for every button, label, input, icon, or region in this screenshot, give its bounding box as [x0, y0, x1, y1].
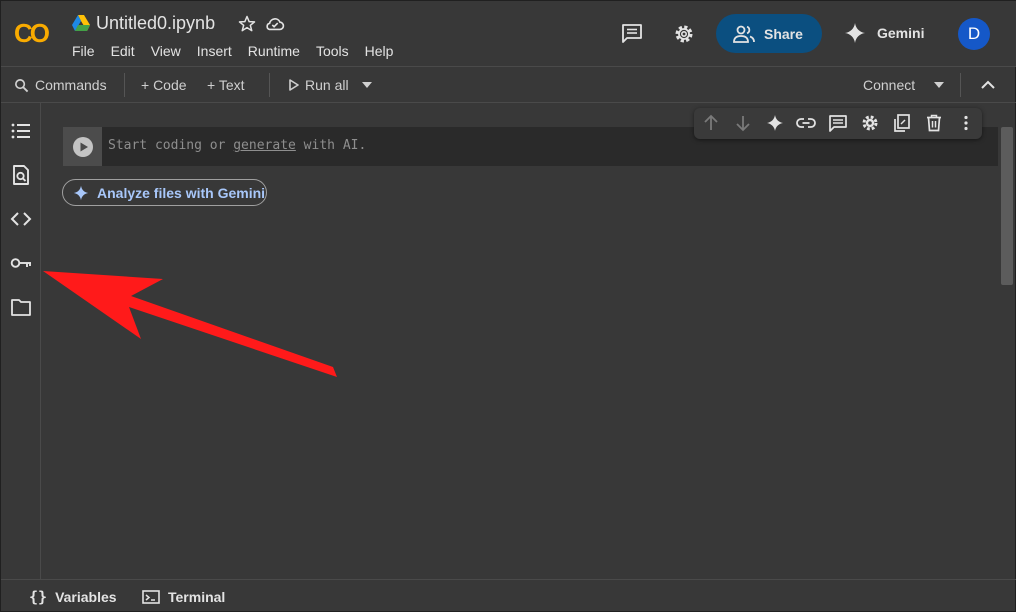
analyze-files-label: Analyze files with Gemini	[97, 184, 266, 201]
gemini-sparkle-icon	[845, 23, 865, 43]
terminal-icon	[142, 590, 160, 604]
run-all-button[interactable]: Run all	[289, 67, 349, 103]
bottom-status-bar: {} Variables Terminal	[1, 579, 1016, 612]
terminal-button[interactable]: Terminal	[142, 580, 225, 612]
star-icon[interactable]	[237, 14, 257, 34]
notebook-toolbar: Commands + Code + Text Run all Connect	[1, 67, 1016, 103]
gemini-sparkle-icon[interactable]	[765, 113, 785, 133]
notebook-title[interactable]: Untitled0.ipynb	[96, 13, 215, 34]
people-icon	[733, 25, 755, 43]
toolbar-divider	[269, 73, 270, 97]
delete-icon[interactable]	[924, 113, 944, 133]
share-label: Share	[764, 25, 803, 42]
connect-label: Connect	[863, 77, 916, 93]
comments-icon[interactable]	[620, 21, 644, 45]
table-of-contents-icon[interactable]	[10, 120, 32, 142]
settings-gear-icon[interactable]	[672, 22, 696, 46]
analyze-files-button[interactable]: Analyze files with Gemini	[62, 179, 267, 206]
left-sidebar	[1, 103, 41, 579]
connect-button[interactable]: Connect	[863, 67, 915, 103]
settings-icon[interactable]	[860, 113, 880, 133]
menu-tools[interactable]: Tools	[308, 43, 357, 59]
run-all-dropdown-icon[interactable]	[361, 81, 373, 89]
scrollbar-thumb[interactable]	[1001, 127, 1013, 285]
secrets-key-icon[interactable]	[10, 252, 32, 274]
move-up-icon[interactable]	[701, 113, 721, 133]
app-window: CO Untitled0.ipynb File Edit View Insert…	[0, 0, 1016, 612]
more-vert-icon[interactable]	[956, 113, 976, 133]
cell-toolbar	[694, 108, 982, 139]
files-folder-icon[interactable]	[10, 296, 32, 318]
add-code-label: + Code	[141, 77, 187, 93]
move-down-icon[interactable]	[733, 113, 753, 133]
chevron-up-icon[interactable]	[980, 79, 996, 91]
toolbar-divider	[124, 73, 125, 97]
cell-placeholder[interactable]: Start coding or generate with AI.	[108, 138, 366, 153]
share-button[interactable]: Share	[716, 14, 822, 53]
variables-label: Variables	[55, 589, 117, 605]
cloud-saved-icon[interactable]	[264, 14, 286, 34]
commands-button[interactable]: Commands	[14, 67, 107, 103]
add-text-label: + Text	[207, 77, 245, 93]
variables-button[interactable]: {} Variables	[29, 580, 117, 612]
app-header: CO Untitled0.ipynb File Edit View Insert…	[1, 1, 1016, 67]
add-text-button[interactable]: + Text	[207, 67, 245, 103]
placeholder-start-text: Start coding or	[108, 138, 234, 153]
menu-help[interactable]: Help	[357, 43, 402, 59]
menu-runtime[interactable]: Runtime	[240, 43, 308, 59]
run-cell-button[interactable]	[63, 127, 102, 166]
play-icon	[289, 79, 299, 91]
gemini-label: Gemini	[877, 25, 925, 41]
comment-icon[interactable]	[828, 113, 848, 133]
menu-bar: File Edit View Insert Runtime Tools Help	[64, 43, 401, 59]
run-all-label: Run all	[305, 77, 349, 93]
toolbar-divider	[960, 73, 961, 97]
menu-edit[interactable]: Edit	[103, 43, 143, 59]
connect-dropdown-icon[interactable]	[933, 81, 945, 89]
svg-text:CO: CO	[14, 18, 50, 48]
terminal-label: Terminal	[168, 589, 226, 605]
account-avatar[interactable]: D	[958, 18, 990, 50]
mirror-cell-icon[interactable]	[892, 113, 912, 133]
curly-braces-icon: {}	[29, 588, 48, 606]
google-drive-icon	[72, 15, 90, 31]
menu-file[interactable]: File	[64, 43, 103, 59]
gemini-button[interactable]: Gemini	[843, 21, 924, 45]
add-code-button[interactable]: + Code	[141, 67, 187, 103]
placeholder-end-text: with AI.	[295, 138, 367, 153]
link-icon[interactable]	[796, 113, 816, 133]
find-replace-icon[interactable]	[10, 164, 32, 186]
code-snippets-icon[interactable]	[10, 208, 32, 230]
menu-view[interactable]: View	[143, 43, 189, 59]
commands-label: Commands	[35, 77, 107, 93]
generate-link[interactable]: generate	[233, 138, 296, 153]
search-icon	[15, 78, 29, 92]
menu-insert[interactable]: Insert	[189, 43, 240, 59]
gemini-sparkle-icon	[73, 185, 89, 200]
colab-logo[interactable]: CO	[13, 15, 57, 49]
play-circle-icon	[72, 136, 93, 157]
